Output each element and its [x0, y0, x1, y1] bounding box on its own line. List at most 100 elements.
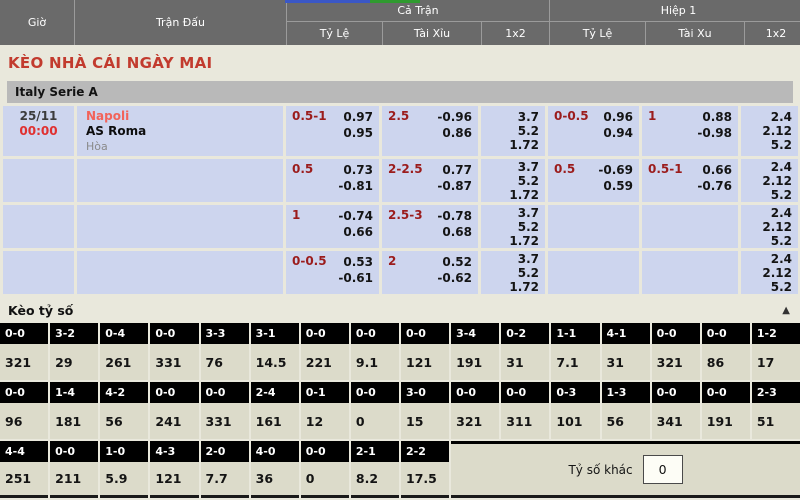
score-odds-cell[interactable]: 121 [401, 344, 449, 380]
ft-handicap-cell-line: 1 [292, 208, 300, 248]
score-label: 0-0 [0, 323, 48, 344]
score-label: 2-2 [401, 441, 449, 462]
league-header: Italy Serie A [7, 81, 793, 103]
score-section-header: Kèo tỷ số ▲ [0, 297, 800, 323]
score-odds-cell[interactable]: 331 [201, 403, 249, 439]
score-odds-cell[interactable]: 36 [251, 462, 299, 498]
score-odds-cell[interactable]: 121 [150, 462, 198, 498]
score-odds-cell[interactable]: 76 [201, 344, 249, 380]
ft-overunder-cell[interactable]: 2.5-0.960.86 [382, 106, 478, 156]
score-odds-cell[interactable]: 51 [752, 403, 800, 439]
score-odds-cell[interactable]: 8.2 [351, 462, 399, 498]
match-cell [77, 251, 283, 294]
score-label: 1-0 [100, 441, 148, 462]
h1-handicap-cell[interactable] [548, 205, 639, 248]
ft-handicap-cell[interactable]: 0.50.73-0.81 [286, 159, 379, 202]
h1-overunder-cell[interactable]: 10.88-0.98 [642, 106, 738, 156]
score-odds-cell[interactable]: 17 [752, 344, 800, 380]
score-odds-cell[interactable]: 56 [100, 403, 148, 439]
score-odds-cell[interactable]: 221 [301, 344, 349, 380]
ft-overunder-cell[interactable]: 20.52-0.62 [382, 251, 478, 294]
score-odds-cell[interactable]: 161 [251, 403, 299, 439]
h1-handicap-cell[interactable]: 0.5-0.690.59 [548, 159, 639, 202]
score-odds-cell[interactable]: 191 [451, 344, 499, 380]
h1-overunder-cell[interactable] [642, 251, 738, 294]
ft-overunder-cell-odd-top: 0.52 [442, 254, 472, 270]
match-cell: NapoliAS RomaHòa [77, 106, 283, 156]
ft-overunder-cell-odds: 0.77-0.87 [437, 162, 472, 202]
score-odds-cell[interactable]: 311 [501, 403, 549, 439]
score-label: 0-0 [401, 323, 449, 344]
score-odds-cell[interactable]: 31 [501, 344, 549, 380]
ft-handicap-cell[interactable]: 1-0.740.66 [286, 205, 379, 248]
score-odds-cell[interactable]: 7.1 [551, 344, 599, 380]
collapse-arrow-icon[interactable]: ▲ [782, 305, 790, 316]
h1-handicap-cell-odds: 0.960.94 [603, 109, 633, 156]
h1-1x2-cell[interactable]: 2.42.125.2 [741, 159, 798, 202]
score-odds-cell[interactable]: 31 [602, 344, 650, 380]
score-label: 1-3 [602, 382, 650, 403]
score-label: 4-2 [100, 382, 148, 403]
score-odds-cell[interactable]: 86 [702, 344, 750, 380]
ft-handicap-cell-odd-bottom: 0.95 [343, 125, 373, 141]
score-odds-cell[interactable]: 321 [0, 344, 48, 380]
h1-handicap-cell[interactable] [548, 251, 639, 294]
ft-1x2-cell[interactable]: 3.75.21.72 [481, 205, 545, 248]
ft-1x2-cell[interactable]: 3.75.21.72 [481, 251, 545, 294]
other-score-input[interactable]: 0 [643, 455, 683, 484]
score-label: 0-0 [0, 382, 48, 403]
h1-1x2-cell[interactable]: 2.42.125.2 [741, 251, 798, 294]
score-odds-cell[interactable]: 0 [301, 462, 349, 498]
score-odds-cell[interactable]: 241 [150, 403, 198, 439]
ft-overunder-cell[interactable]: 2.5-3-0.780.68 [382, 205, 478, 248]
score-odds-cell[interactable]: 96 [0, 403, 48, 439]
score-label: 0-0 [351, 323, 399, 344]
score-row: 0-0961-41814-2560-02410-03312-41610-1120… [0, 382, 800, 439]
score-odds-cell[interactable]: 191 [702, 403, 750, 439]
ft-overunder-cell-odd-bottom: 0.68 [442, 224, 472, 240]
score-odds-cell[interactable]: 101 [551, 403, 599, 439]
h1-1x2-cell-val: 5.2 [771, 280, 792, 294]
score-odds-cell[interactable]: 9.1 [351, 344, 399, 380]
score-odds-cell[interactable]: 14.5 [251, 344, 299, 380]
ft-handicap-cell[interactable]: 0-0.50.53-0.61 [286, 251, 379, 294]
score-odds-cell[interactable]: 321 [652, 344, 700, 380]
ft-overunder-cell[interactable]: 2-2.50.77-0.87 [382, 159, 478, 202]
h1-1x2-cell[interactable]: 2.42.125.2 [741, 106, 798, 156]
score-odds-cell[interactable]: 7.7 [201, 462, 249, 498]
ft-1x2-cell-val: 1.72 [509, 188, 539, 202]
score-odds-cell[interactable]: 251 [0, 462, 48, 498]
score-odds-cell[interactable]: 181 [50, 403, 98, 439]
score-label: 0-0 [652, 382, 700, 403]
score-odds-cell[interactable]: 12 [301, 403, 349, 439]
score-label: 0-0 [501, 382, 549, 403]
h1-handicap-cell[interactable]: 0-0.50.960.94 [548, 106, 639, 156]
score-odds-cell[interactable]: 0 [351, 403, 399, 439]
score-odds-cell[interactable]: 15 [401, 403, 449, 439]
score-odds-cell[interactable]: 29 [50, 344, 98, 380]
ft-1x2-cell-val: 3.7 [518, 252, 539, 266]
score-odds-cell[interactable]: 56 [602, 403, 650, 439]
ft-1x2-cell[interactable]: 3.75.21.72 [481, 106, 545, 156]
score-odds-cell[interactable]: 331 [150, 344, 198, 380]
score-grid: 0-03213-2290-42610-03313-3763-114.50-022… [0, 323, 800, 498]
ft-1x2-cell[interactable]: 3.75.21.72 [481, 159, 545, 202]
h1-overunder-cell[interactable] [642, 205, 738, 248]
ft-overunder-cell-line: 2.5-3 [388, 208, 423, 248]
ft-handicap-cell[interactable]: 0.5-10.970.95 [286, 106, 379, 156]
h1-overunder-cell[interactable]: 0.5-10.66-0.76 [642, 159, 738, 202]
ft-overunder-cell-odds: 0.52-0.62 [437, 254, 472, 294]
score-odds-cell[interactable]: 211 [50, 462, 98, 498]
score-odds-cell[interactable]: 5.9 [100, 462, 148, 498]
score-odds-cell[interactable]: 341 [652, 403, 700, 439]
h1-1x2-cell[interactable]: 2.42.125.2 [741, 205, 798, 248]
ft-overunder-cell-odd-top: -0.96 [437, 109, 472, 125]
top-green-strip [370, 0, 420, 3]
score-odds-cell[interactable]: 321 [451, 403, 499, 439]
score-odds-cell[interactable]: 261 [100, 344, 148, 380]
h1-overunder-cell-odd-top: 0.66 [702, 162, 732, 178]
h1-1x2-cell-val: 2.12 [762, 124, 792, 138]
header-ft-handicap: Tỷ Lệ [287, 22, 382, 45]
h1-handicap-cell-line: 0.5 [554, 162, 575, 202]
score-odds-cell[interactable]: 17.5 [401, 462, 449, 498]
